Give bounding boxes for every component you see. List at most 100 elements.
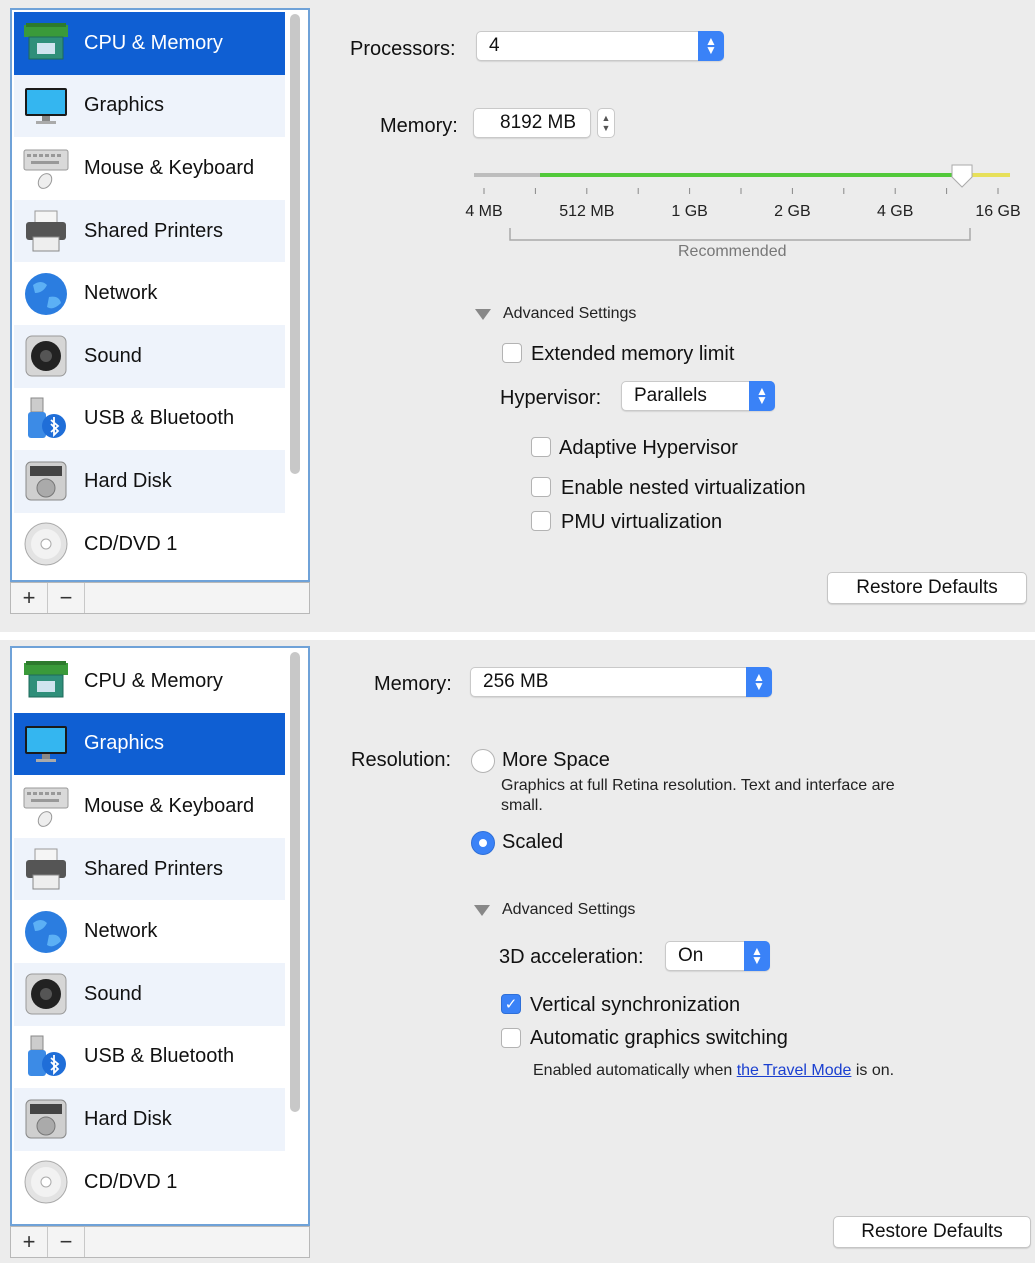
sidebar-item-mouse-keyboard[interactable]: Mouse & Keyboard: [14, 137, 285, 200]
recommended-label: Recommended: [678, 243, 787, 260]
disclosure-triangle-icon[interactable]: [475, 309, 491, 320]
slider-track-gray: [474, 173, 540, 177]
sidebar-item-cpu-memory[interactable]: CPU & Memory: [14, 12, 285, 75]
more-space-radio[interactable]: [471, 749, 495, 773]
hard-disk-icon: [22, 1095, 70, 1143]
usb-bluetooth-icon: [22, 1033, 70, 1081]
extended-memory-label: Extended memory limit: [531, 343, 735, 365]
chevron-updown-icon: ▲ ▼: [746, 667, 772, 697]
speaker-icon: [22, 970, 70, 1018]
hypervisor-select[interactable]: Parallels ▲ ▼: [621, 381, 775, 411]
sidebar: CPU & Memory Graphics Mouse & Keyboard Shar…: [10, 646, 310, 1226]
slider-tick-label: 4 GB: [876, 203, 914, 220]
chevron-updown-icon: ▲ ▼: [744, 941, 770, 971]
processors-label: Processors:: [350, 38, 456, 60]
scaled-label: Scaled: [502, 831, 564, 853]
memory-field[interactable]: 8192 MB: [473, 108, 591, 138]
vertical-sync-checkbox[interactable]: ✓: [501, 994, 521, 1014]
speaker-icon: [22, 332, 70, 380]
memory-label: Memory:: [380, 115, 458, 137]
sidebar: CPU & Memory Graphics Mouse & Keyboard Shar…: [10, 8, 310, 582]
sidebar-item-shared-printers[interactable]: Shared Printers: [14, 837, 285, 901]
advanced-settings-label[interactable]: Advanced Settings: [503, 305, 636, 323]
travel-mode-note: Enabled automatically when the Travel Mo…: [533, 1062, 894, 1080]
graphics-memory-select[interactable]: 256 MB ▲ ▼: [470, 667, 772, 697]
sidebar-item-label: CD/DVD 1: [84, 1170, 178, 1193]
processors-select[interactable]: 4 ▲ ▼: [476, 31, 724, 61]
sidebar-scrollbar[interactable]: [290, 14, 300, 474]
sidebar-item-sound[interactable]: Sound: [14, 324, 285, 388]
sidebar-item-cd-dvd-1[interactable]: CD/DVD 1: [14, 1151, 285, 1214]
scaled-radio[interactable]: [471, 831, 495, 855]
adaptive-hypervisor-checkbox[interactable]: [531, 437, 551, 457]
memory-chip-icon: [22, 19, 70, 67]
travel-mode-link[interactable]: the Travel Mode: [737, 1062, 852, 1079]
pmu-virtualization-label: PMU virtualization: [561, 511, 723, 533]
disclosure-triangle-icon[interactable]: [474, 905, 490, 916]
sidebar-item-usb-bluetooth[interactable]: USB & Bluetooth: [14, 388, 285, 451]
printer-icon: [22, 207, 70, 255]
stepper-up-icon: ▲: [601, 113, 611, 123]
sidebar-item-label: Network: [84, 920, 158, 943]
hard-disk-icon: [22, 457, 70, 505]
slider-thumb[interactable]: [951, 164, 973, 188]
sidebar-item-mouse-keyboard[interactable]: Mouse & Keyboard: [14, 775, 285, 838]
sidebar-footer: + −: [10, 1226, 310, 1258]
sidebar-item-label: Shared Printers: [84, 219, 223, 242]
extended-memory-checkbox[interactable]: [502, 343, 522, 363]
slider-tick-label: 2 GB: [774, 203, 811, 220]
add-device-button[interactable]: +: [11, 583, 48, 613]
3d-acceleration-label: 3D acceleration:: [499, 946, 644, 968]
slider-tick-label: 4 MB: [465, 203, 503, 220]
sidebar-item-label: CD/DVD 1: [84, 532, 178, 555]
sidebar-item-hard-disk[interactable]: Hard Disk: [14, 1088, 285, 1151]
cd-dvd-icon: [22, 1158, 70, 1206]
sidebar-item-cd-dvd-1[interactable]: CD/DVD 1: [14, 513, 285, 576]
advanced-settings-label[interactable]: Advanced Settings: [502, 901, 635, 919]
sidebar-item-shared-printers[interactable]: Shared Printers: [14, 199, 285, 263]
monitor-icon: [22, 720, 70, 768]
sidebar-scrollbar[interactable]: [290, 652, 300, 1112]
sidebar-item-hard-disk[interactable]: Hard Disk: [14, 450, 285, 513]
travel-mode-note-suffix: is on.: [851, 1062, 895, 1079]
nested-virtualization-label: Enable nested virtualization: [561, 477, 806, 499]
resolution-label: Resolution:: [351, 749, 452, 771]
restore-defaults-button[interactable]: Restore Defaults: [833, 1216, 1031, 1248]
hypervisor-label: Hypervisor:: [500, 387, 602, 409]
sidebar-item-usb-bluetooth[interactable]: USB & Bluetooth: [14, 1026, 285, 1089]
sidebar-item-graphics[interactable]: Graphics: [14, 712, 285, 776]
sidebar-item-label: Network: [84, 282, 158, 305]
sidebar-item-label: Shared Printers: [84, 857, 223, 880]
sidebar-item-label: CPU & Memory: [84, 31, 223, 54]
keyboard-mouse-icon: [22, 782, 70, 830]
sidebar-item-label: Hard Disk: [84, 469, 172, 492]
chevron-updown-icon: ▲ ▼: [698, 31, 724, 61]
memory-chip-icon: [22, 657, 70, 705]
auto-graphics-switching-label: Automatic graphics switching: [530, 1027, 788, 1049]
monitor-icon: [22, 82, 70, 130]
sidebar-item-label: Sound: [84, 344, 142, 367]
remove-device-button[interactable]: −: [48, 583, 85, 613]
sidebar-item-sound[interactable]: Sound: [14, 962, 285, 1026]
more-space-description: Graphics at full Retina resolution. Text…: [501, 777, 895, 794]
3d-acceleration-select[interactable]: On ▲ ▼: [665, 941, 770, 971]
pmu-virtualization-checkbox[interactable]: [531, 511, 551, 531]
remove-device-button[interactable]: −: [48, 1227, 85, 1257]
slider-tick-label: 1 GB: [671, 203, 708, 220]
nested-virtualization-checkbox[interactable]: [531, 477, 551, 497]
graphics-memory-value: 256 MB: [483, 671, 549, 692]
adaptive-hypervisor-label: Adaptive Hypervisor: [559, 437, 738, 459]
sidebar-item-cpu-memory[interactable]: CPU & Memory: [14, 650, 285, 713]
stepper-down-icon: ▼: [601, 123, 611, 133]
add-device-button[interactable]: +: [11, 1227, 48, 1257]
sidebar-list: CPU & Memory Graphics Mouse & Keyboard Shar…: [14, 650, 285, 1213]
slider-tick-label: 16 GB: [975, 203, 1021, 220]
slider-track-green: [540, 173, 996, 177]
auto-graphics-switching-checkbox[interactable]: [501, 1028, 521, 1048]
sidebar-item-label: Sound: [84, 982, 142, 1005]
restore-defaults-button[interactable]: Restore Defaults: [827, 572, 1027, 604]
sidebar-item-network[interactable]: Network: [14, 262, 285, 325]
memory-stepper[interactable]: ▲ ▼: [597, 108, 615, 138]
sidebar-item-network[interactable]: Network: [14, 900, 285, 963]
sidebar-item-graphics[interactable]: Graphics: [14, 74, 285, 138]
